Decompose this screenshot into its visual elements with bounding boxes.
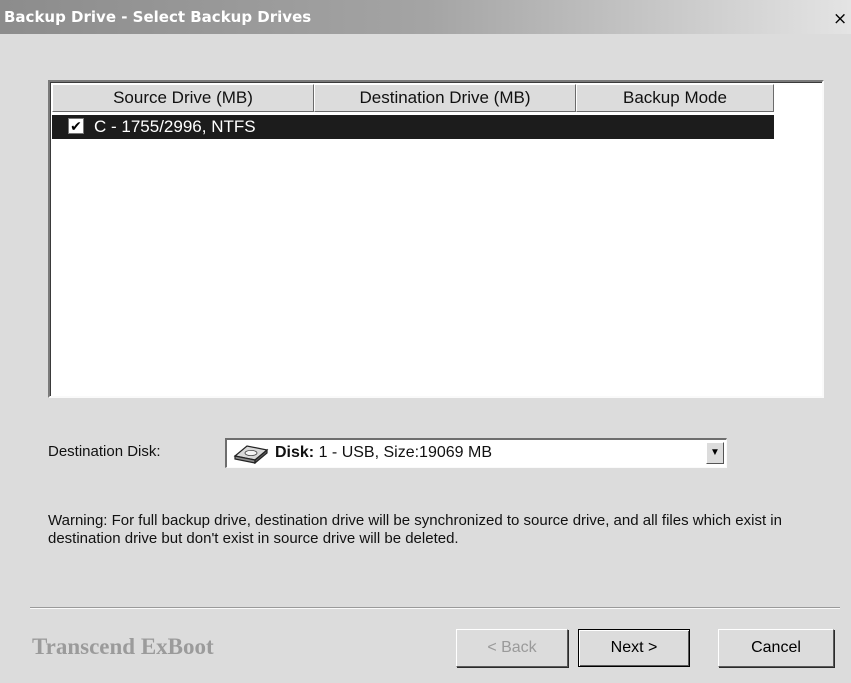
destination-disk-select[interactable]: Disk: 1 - USB, Size:19069 MB ▼ <box>225 438 727 468</box>
warning-text: Warning: For full backup drive, destinat… <box>48 512 782 547</box>
back-button[interactable]: < Back <box>456 629 568 667</box>
source-drive-label: C - 1755/2996, NTFS <box>94 117 256 136</box>
hard-disk-icon <box>233 445 269 464</box>
list-item[interactable]: ✔ C - 1755/2996, NTFS <box>52 115 774 139</box>
drive-list[interactable]: Source Drive (MB) Destination Drive (MB)… <box>48 80 824 398</box>
drive-checkbox[interactable]: ✔ <box>68 118 84 134</box>
list-header: Source Drive (MB) Destination Drive (MB)… <box>52 84 774 112</box>
next-button[interactable]: Next > <box>578 629 690 667</box>
column-header-source-drive[interactable]: Source Drive (MB) <box>52 84 314 112</box>
backup-drive-dialog: Backup Drive - Select Backup Drives × So… <box>0 0 851 683</box>
window-title: Backup Drive - Select Backup Drives <box>4 8 312 26</box>
brand-logo: Transcend ExBoot <box>32 634 214 659</box>
title-bar[interactable]: Backup Drive - Select Backup Drives × <box>0 0 851 34</box>
destination-disk-label: Destination Disk: <box>48 443 161 460</box>
column-header-destination-drive[interactable]: Destination Drive (MB) <box>314 84 576 112</box>
chevron-down-icon[interactable]: ▼ <box>706 442 724 464</box>
column-header-backup-mode[interactable]: Backup Mode <box>576 84 774 112</box>
cancel-button[interactable]: Cancel <box>718 629 834 667</box>
close-icon[interactable]: × <box>833 11 847 28</box>
footer-divider <box>30 607 840 609</box>
destination-disk-value: Disk: 1 - USB, Size:19069 MB <box>275 444 492 461</box>
